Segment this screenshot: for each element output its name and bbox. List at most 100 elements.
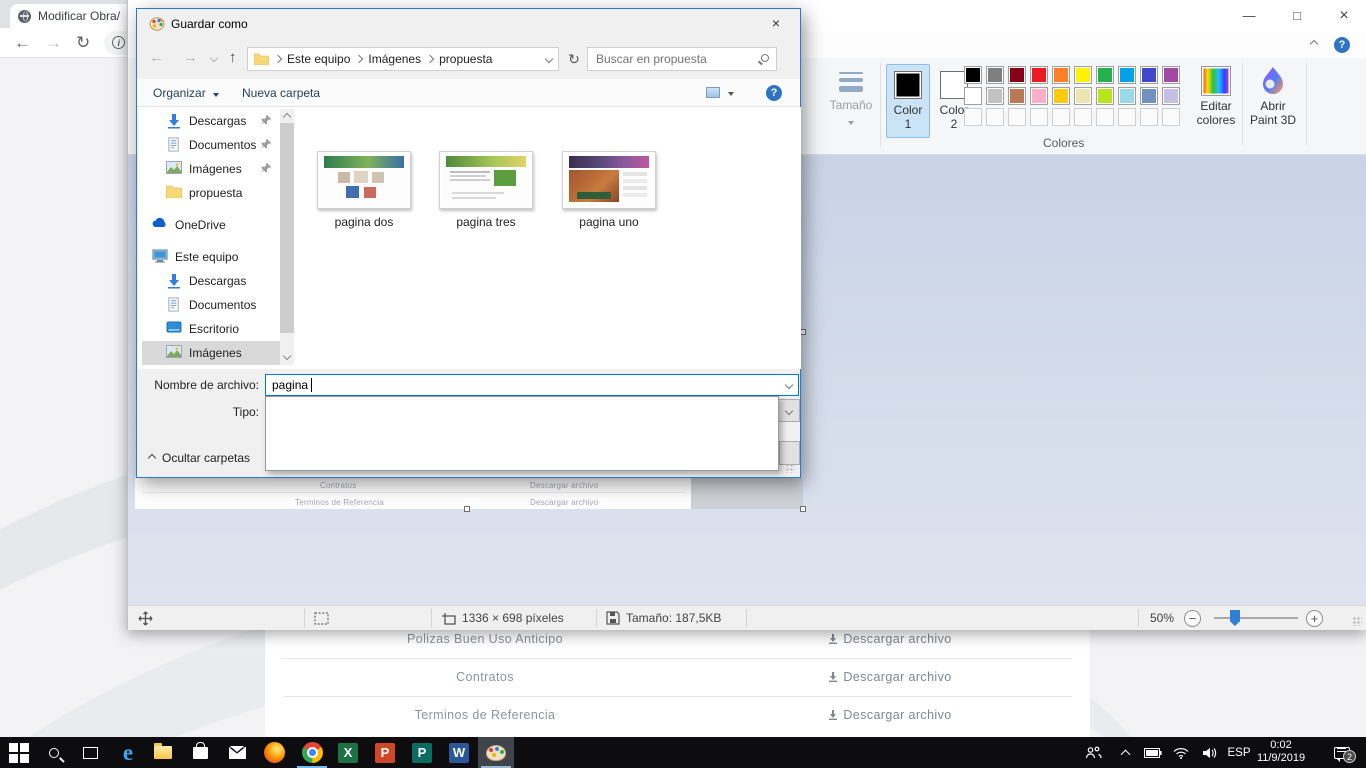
dialog-resize-grip[interactable] xyxy=(786,464,795,473)
organize-button[interactable]: Organizar xyxy=(153,86,219,100)
filename-input[interactable]: pagina xyxy=(265,374,799,396)
taskbar-excel[interactable]: X xyxy=(330,737,366,768)
palette-color[interactable] xyxy=(1008,87,1026,105)
palette-color[interactable] xyxy=(964,66,982,84)
palette-empty-cell[interactable] xyxy=(1118,108,1136,126)
back-button[interactable]: ← xyxy=(149,49,164,66)
palette-empty-cell[interactable] xyxy=(1162,108,1180,126)
page-info-icon[interactable]: i xyxy=(112,36,125,49)
palette-color[interactable] xyxy=(1118,87,1136,105)
new-folder-button[interactable]: Nueva carpeta xyxy=(242,86,320,100)
filename-suggestions-dropdown[interactable] xyxy=(265,396,779,471)
palette-color[interactable] xyxy=(1096,87,1114,105)
file-item-pagina-uno[interactable]: pagina uno xyxy=(549,151,669,229)
palette-empty-cell[interactable] xyxy=(964,108,982,126)
browser-reload-button[interactable]: ↻ xyxy=(76,34,90,51)
breadcrumb-item[interactable]: Este equipo xyxy=(287,52,350,66)
task-view-button[interactable] xyxy=(72,737,108,768)
nav-scrollbar[interactable] xyxy=(280,109,294,365)
sidebar-item-descargas-2[interactable]: Descargas xyxy=(142,269,282,293)
tray-people-button[interactable] xyxy=(1080,737,1106,768)
palette-empty-cell[interactable] xyxy=(1074,108,1092,126)
start-button[interactable] xyxy=(0,737,36,768)
scroll-up-icon[interactable] xyxy=(283,113,291,121)
palette-color[interactable] xyxy=(986,87,1004,105)
palette-color[interactable] xyxy=(1030,66,1048,84)
size-button[interactable]: Tamaño xyxy=(826,64,876,146)
zoom-in-button[interactable]: + xyxy=(1306,606,1323,630)
refresh-button[interactable]: ↻ xyxy=(563,47,585,71)
canvas-resize-handle[interactable] xyxy=(800,506,806,512)
sidebar-item-propuesta[interactable]: propuesta xyxy=(142,181,282,205)
color1-button[interactable]: Color 1 xyxy=(886,64,930,138)
palette-empty-cell[interactable] xyxy=(1030,108,1048,126)
action-center-button[interactable]: 2 xyxy=(1326,737,1358,768)
save-button-edge[interactable] xyxy=(779,441,800,465)
sidebar-item-descargas[interactable]: Descargas xyxy=(142,109,282,133)
hide-folders-button[interactable]: Ocultar carpetas xyxy=(149,451,250,465)
tray-show-hidden-button[interactable] xyxy=(1114,737,1136,768)
breadcrumb-item[interactable]: Imágenes xyxy=(368,52,421,66)
palette-color[interactable] xyxy=(1074,87,1092,105)
sidebar-item-este-equipo[interactable]: Este equipo xyxy=(142,245,282,269)
scrollbar-thumb[interactable] xyxy=(280,123,294,333)
palette-color[interactable] xyxy=(1008,66,1026,84)
taskbar-chrome[interactable] xyxy=(294,737,330,768)
palette-color[interactable] xyxy=(1118,66,1136,84)
breadcrumb[interactable]: Este equipo Imágenes propuesta xyxy=(247,47,559,71)
sidebar-item-imagenes-2[interactable]: Imágenes xyxy=(142,341,282,365)
palette-empty-cell[interactable] xyxy=(1140,108,1158,126)
window-resize-grip[interactable] xyxy=(1353,617,1362,626)
address-dropdown-icon[interactable] xyxy=(545,55,553,63)
zoom-slider-track[interactable] xyxy=(1214,617,1298,619)
browser-back-button[interactable]: ← xyxy=(14,34,31,51)
zoom-out-button[interactable]: − xyxy=(1184,606,1201,630)
download-link[interactable]: Descargar archivo xyxy=(735,632,1045,646)
palette-color[interactable] xyxy=(1140,66,1158,84)
taskbar-search-button[interactable] xyxy=(36,737,72,768)
taskbar-publisher[interactable]: P xyxy=(404,737,440,768)
recent-locations-icon[interactable] xyxy=(210,54,218,62)
filetype-dropdown-button[interactable] xyxy=(778,399,800,422)
taskbar-file-explorer[interactable] xyxy=(145,737,181,768)
taskbar-edge[interactable]: e xyxy=(110,737,146,768)
palette-color[interactable] xyxy=(986,66,1004,84)
tray-clock[interactable]: 0:02 11/9/2019 xyxy=(1245,739,1317,765)
open-paint3d-button[interactable]: Abrir Paint 3D xyxy=(1244,66,1302,146)
palette-empty-cell[interactable] xyxy=(1096,108,1114,126)
taskbar-mail[interactable] xyxy=(219,737,255,768)
up-button[interactable]: ↑ xyxy=(229,49,237,66)
scroll-down-icon[interactable] xyxy=(283,352,291,360)
palette-color[interactable] xyxy=(1074,66,1092,84)
palette-color[interactable] xyxy=(964,87,982,105)
sidebar-item-documentos-2[interactable]: Documentos xyxy=(142,293,282,317)
taskbar-store[interactable] xyxy=(182,737,218,768)
close-icon[interactable]: × xyxy=(1321,0,1366,32)
maximize-button[interactable]: □ xyxy=(1274,0,1320,32)
download-link[interactable]: Descargar archivo xyxy=(735,670,1045,684)
filename-dropdown-icon[interactable] xyxy=(785,381,793,389)
taskbar-firefox[interactable] xyxy=(256,737,292,768)
zoom-slider-thumb[interactable] xyxy=(1230,610,1240,626)
tray-network[interactable] xyxy=(1168,737,1194,768)
help-icon[interactable]: ? xyxy=(1334,37,1350,53)
sidebar-item-escritorio[interactable]: Escritorio xyxy=(142,317,282,341)
taskbar-powerpoint[interactable]: P xyxy=(367,737,403,768)
close-icon[interactable]: × xyxy=(756,9,796,37)
palette-color[interactable] xyxy=(1162,66,1180,84)
browser-forward-button[interactable]: → xyxy=(45,34,62,51)
taskbar-paint[interactable] xyxy=(478,737,514,768)
canvas-resize-handle[interactable] xyxy=(464,506,470,512)
download-link[interactable]: Descargar archivo xyxy=(735,708,1045,722)
sidebar-item-imagenes[interactable]: Imágenes xyxy=(142,157,282,181)
file-item-pagina-dos[interactable]: pagina dos xyxy=(304,151,424,229)
file-item-pagina-tres[interactable]: pagina tres xyxy=(426,151,546,229)
edit-colors-button[interactable]: Editar colores xyxy=(1190,66,1242,144)
palette-empty-cell[interactable] xyxy=(1052,108,1070,126)
paint-canvas[interactable]: Contratos Descargar archivo Terminos de … xyxy=(135,478,803,509)
palette-empty-cell[interactable] xyxy=(986,108,1004,126)
palette-empty-cell[interactable] xyxy=(1008,108,1026,126)
search-icon[interactable] xyxy=(761,54,769,62)
palette-color[interactable] xyxy=(1052,66,1070,84)
sidebar-item-documentos[interactable]: Documentos xyxy=(142,133,282,157)
